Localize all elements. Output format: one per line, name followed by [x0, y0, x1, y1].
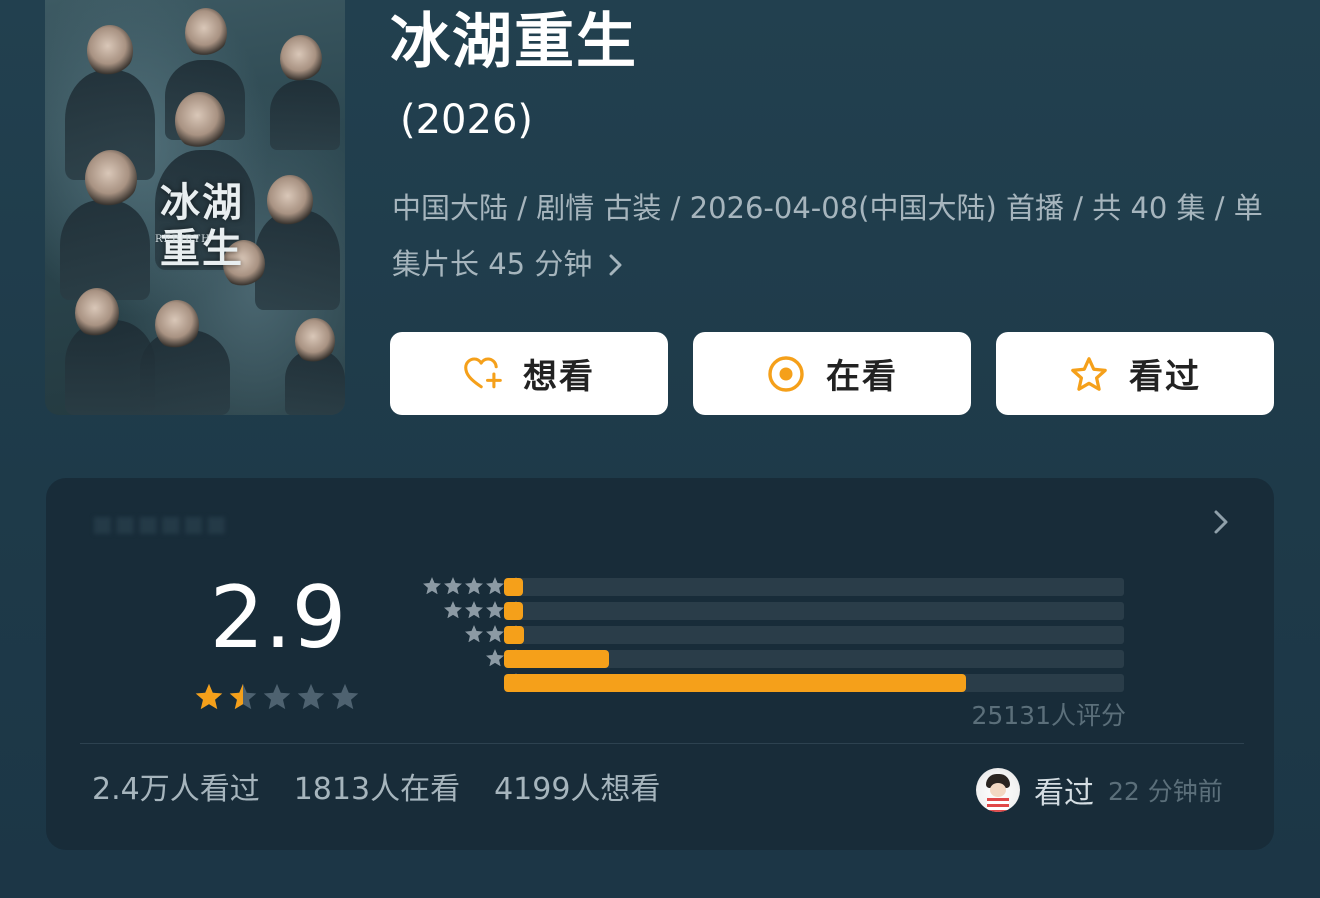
rating-bar-track — [504, 674, 1124, 692]
star-icon — [423, 577, 441, 595]
star-empty-icon — [331, 683, 359, 710]
watching-count[interactable]: 1813人在看 — [294, 768, 460, 812]
rating-bar-track — [504, 650, 1124, 668]
poster-figure — [185, 8, 227, 58]
poster-figure — [85, 150, 137, 208]
rating-dist-row — [386, 625, 1186, 644]
rating-bar-track — [504, 626, 1124, 644]
rating-dist-row — [386, 673, 1186, 692]
rating-dist-row — [386, 601, 1186, 620]
poster-figure — [75, 288, 119, 338]
star-filled-icon — [195, 683, 223, 710]
avatar-shirt — [987, 798, 1009, 812]
wish-count[interactable]: 4199人想看 — [494, 768, 660, 812]
watched-count[interactable]: 2.4万人看过 — [92, 768, 260, 812]
rating-stars — [194, 682, 360, 712]
poster-figure — [280, 35, 322, 83]
poster-figure — [270, 80, 340, 150]
star-icon — [486, 601, 504, 619]
rating-card-title-blurred: ■■■■■■ — [92, 512, 229, 537]
wish-button-label: 想看 — [523, 357, 595, 397]
rating-dist-row — [386, 649, 1186, 668]
target-circle-icon — [766, 354, 806, 394]
chevron-right-icon[interactable] — [1212, 508, 1230, 540]
rating-bar-2-star — [504, 650, 610, 668]
recent-activity[interactable]: 看过 22 分钟前 — [976, 768, 1223, 812]
avatar[interactable] — [976, 768, 1020, 812]
poster-figure — [267, 175, 313, 227]
rating-count: 25131人评分 — [971, 701, 1126, 730]
movie-title: 冰湖重生 — [390, 7, 638, 77]
poster-figure — [175, 92, 225, 150]
star-icon — [465, 601, 483, 619]
chevron-right-icon — [608, 247, 624, 281]
divider — [80, 743, 1244, 744]
avatar-face — [990, 783, 1006, 797]
rating-card[interactable]: ■■■■■■ 2.9 25131人评分 2.4万人看过 1813人在看 4199… — [46, 478, 1274, 850]
movie-detail-page: 冰湖重生 REBIRTH 冰湖重生 (2026) 中国大陆 / 剧情 古装 / … — [0, 0, 1320, 898]
rating-dist-row — [386, 577, 1186, 596]
movie-meta-text: 中国大陆 / 剧情 古装 / 2026-04-08(中国大陆) 首播 / 共 4… — [392, 191, 1263, 281]
recent-time: 22 分钟前 — [1108, 777, 1223, 806]
star-outline-icon — [1069, 354, 1109, 394]
rating-bar-track — [504, 602, 1124, 620]
recent-status: 看过 — [1034, 776, 1094, 811]
poster-figure — [87, 25, 133, 77]
watched-button-label: 看过 — [1129, 357, 1201, 397]
rating-bar-5-star — [504, 578, 523, 596]
rating-score: 2.9 — [209, 568, 347, 668]
audience-stats: 2.4万人看过 1813人在看 4199人想看 — [92, 768, 660, 812]
poster-subtitle-art: REBIRTH — [155, 234, 211, 245]
poster-title-art: 冰湖重生 — [160, 179, 244, 272]
rating-bar-4-star — [504, 602, 523, 620]
star-icon — [486, 649, 504, 667]
wish-button[interactable]: 想看 — [390, 332, 668, 415]
movie-year: (2026) — [400, 97, 534, 143]
star-empty-icon — [263, 683, 291, 710]
star-icon — [486, 577, 504, 595]
star-icon — [444, 601, 462, 619]
star-icon — [465, 625, 483, 643]
star-half-icon — [229, 683, 257, 710]
rating-bar-1-star — [504, 674, 966, 692]
star-icon — [444, 577, 462, 595]
rating-bar-3-star — [504, 626, 525, 644]
poster-figure — [155, 300, 199, 350]
poster-image[interactable]: 冰湖重生 REBIRTH — [45, 0, 345, 415]
heart-plus-icon — [463, 354, 503, 394]
watching-button[interactable]: 在看 — [693, 332, 971, 415]
star-empty-icon — [297, 683, 325, 710]
poster-figure — [60, 200, 150, 300]
watched-button[interactable]: 看过 — [996, 332, 1274, 415]
star-icon — [486, 625, 504, 643]
watching-button-label: 在看 — [826, 357, 898, 397]
movie-meta[interactable]: 中国大陆 / 剧情 古装 / 2026-04-08(中国大陆) 首播 / 共 4… — [392, 180, 1272, 292]
star-icon — [465, 577, 483, 595]
rating-bar-track — [504, 578, 1124, 596]
poster-figure — [295, 318, 335, 364]
